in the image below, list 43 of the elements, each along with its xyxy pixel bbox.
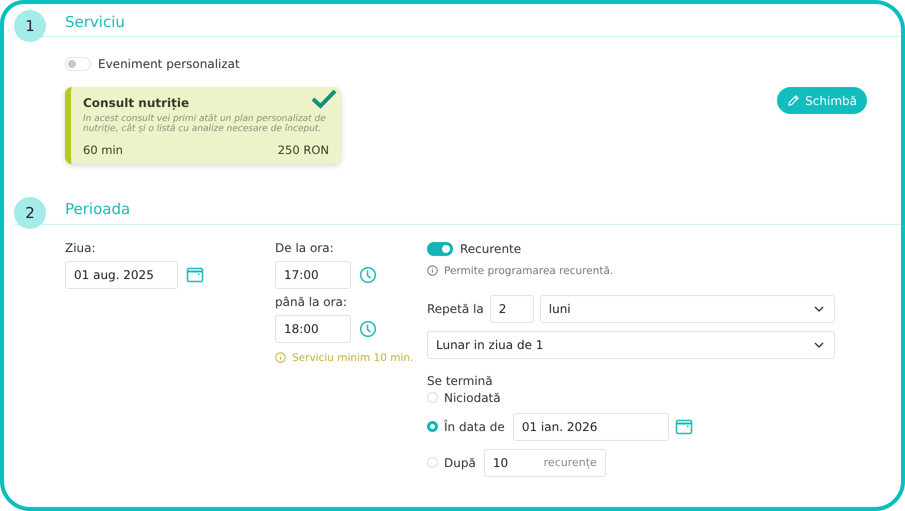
toggle-label: Recurente bbox=[460, 242, 522, 256]
checkmark-icon bbox=[311, 89, 337, 109]
section-title: Serviciu bbox=[65, 12, 125, 30]
toggle-label: Eveniment personalizat bbox=[98, 57, 240, 71]
number-field[interactable]: 2 bbox=[490, 294, 534, 323]
chevron-down-icon bbox=[814, 306, 824, 312]
step-number: 2 bbox=[14, 197, 46, 230]
option-label: În data de bbox=[444, 420, 505, 434]
date-field[interactable]: 01 aug. 2025 bbox=[65, 260, 178, 289]
pattern-dropdown[interactable]: Lunar in ziua de 1 bbox=[427, 330, 835, 359]
info-icon bbox=[427, 265, 438, 276]
info-icon bbox=[275, 352, 286, 364]
calendar-icon[interactable] bbox=[186, 266, 204, 284]
option-label: După bbox=[444, 456, 476, 470]
unit-dropdown[interactable]: luni bbox=[540, 294, 835, 323]
count-field[interactable]: 10 recurențe bbox=[484, 448, 606, 477]
repeat-label: Repetă la bbox=[427, 302, 484, 316]
chevron-down-icon bbox=[814, 342, 824, 348]
calendar-icon[interactable] bbox=[674, 418, 693, 436]
hint-text: Serviciu minim 10 min. bbox=[292, 352, 414, 364]
end-label: Se termină bbox=[427, 374, 494, 388]
date-field[interactable]: 01 ian. 2026 bbox=[512, 412, 669, 441]
hint-text: Permite programarea recurentă. bbox=[444, 264, 614, 277]
section-title: Perioada bbox=[65, 200, 130, 218]
service-price: 250 RON bbox=[278, 142, 329, 157]
service-duration: 60 min bbox=[83, 142, 123, 157]
step-number: 1 bbox=[14, 10, 46, 42]
pencil-icon bbox=[787, 94, 800, 107]
option-label: Niciodată bbox=[444, 390, 501, 405]
time-field[interactable]: 17:00 bbox=[275, 260, 351, 289]
time-field[interactable]: 18:00 bbox=[275, 314, 351, 343]
service-description: In acest consult vei primi atât un plan personalizat de nutriție, cât și o listă cu analize necesare de început. bbox=[83, 114, 327, 135]
service-title: Consult nutriție bbox=[83, 96, 190, 110]
count-value: 10 bbox=[492, 456, 508, 470]
toggle-switch[interactable] bbox=[427, 242, 453, 256]
clock-icon[interactable] bbox=[359, 266, 377, 284]
field-label: până la ora: bbox=[275, 294, 348, 310]
clock-icon[interactable] bbox=[359, 320, 377, 338]
field-label: De la ora: bbox=[275, 240, 335, 256]
count-suffix: recurențe bbox=[544, 456, 597, 470]
service-card[interactable]: Consult nutriție In acest consult vei primi atât un plan personalizat de nutriție, cât și o listă cu analize necesare de început. 60 min 250 RON bbox=[65, 87, 341, 164]
field-label: Ziua: bbox=[65, 240, 97, 256]
radio-button[interactable] bbox=[427, 421, 438, 432]
